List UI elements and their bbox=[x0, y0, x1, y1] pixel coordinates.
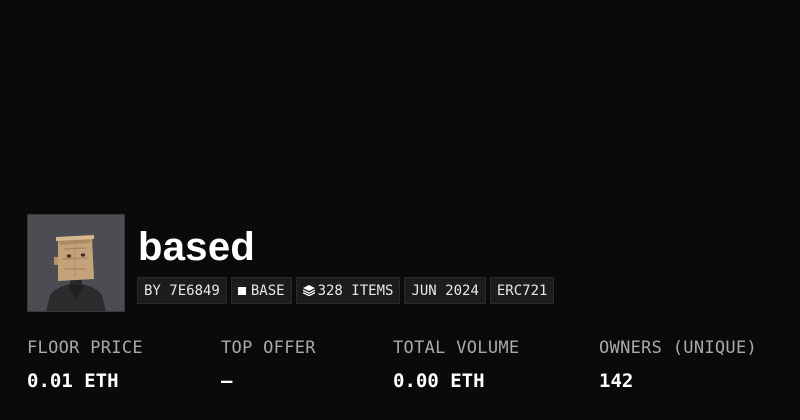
paper-bag-head-icon bbox=[28, 215, 124, 311]
collection-title: based bbox=[138, 225, 256, 269]
chain-tag-label: BASE bbox=[250, 282, 285, 299]
items-tag[interactable]: 328 ITEMS bbox=[295, 277, 401, 304]
top-offer-value: — bbox=[221, 370, 233, 392]
top-offer-stat: TOP OFFER — bbox=[221, 336, 316, 394]
standard-tag: ERC721 bbox=[489, 277, 555, 304]
collection-stats: FLOOR PRICE 0.01 ETH TOP OFFER — TOTAL V… bbox=[27, 336, 800, 406]
total-volume-label: TOTAL VOLUME bbox=[393, 338, 520, 358]
owners-label: OWNERS (UNIQUE) bbox=[599, 338, 758, 358]
layers-icon bbox=[302, 285, 315, 296]
items-tag-label: 328 ITEMS bbox=[317, 282, 394, 299]
total-volume-stat: TOTAL VOLUME 0.00 ETH bbox=[393, 336, 519, 394]
collection-tags: BY 7E6849 BASE 328 ITEMS JUN 2024 ERC721 bbox=[137, 277, 555, 304]
owners-stat: OWNERS (UNIQUE) 142 bbox=[599, 336, 757, 394]
floor-price-label: FLOOR PRICE bbox=[27, 338, 143, 358]
base-chain-icon bbox=[237, 286, 246, 295]
floor-price-value: 0.01 ETH bbox=[27, 370, 119, 392]
floor-price-stat: FLOOR PRICE 0.01 ETH bbox=[27, 336, 143, 394]
owners-value: 142 bbox=[599, 370, 634, 392]
total-volume-value: 0.00 ETH bbox=[393, 370, 485, 392]
date-tag-label: JUN 2024 bbox=[411, 282, 479, 299]
top-offer-label: TOP OFFER bbox=[221, 338, 316, 358]
chain-tag[interactable]: BASE bbox=[230, 277, 292, 304]
collection-avatar bbox=[27, 214, 125, 312]
standard-tag-label: ERC721 bbox=[496, 282, 548, 299]
date-tag: JUN 2024 bbox=[404, 277, 486, 304]
creator-tag[interactable]: BY 7E6849 bbox=[137, 277, 227, 304]
creator-tag-label: BY 7E6849 bbox=[144, 282, 220, 299]
